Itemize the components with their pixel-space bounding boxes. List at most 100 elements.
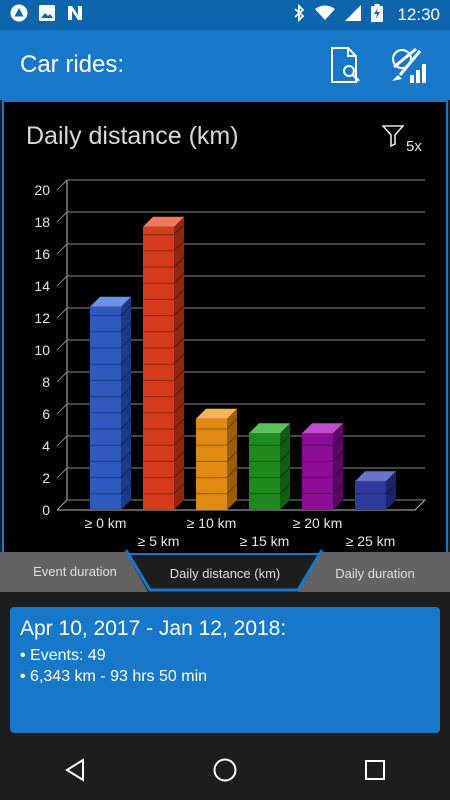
bar-segment-line	[173, 370, 185, 381]
bar-segment-line	[120, 402, 132, 414]
summary-distance-time: • 6,343 km - 93 hrs 50 min	[20, 668, 208, 685]
tab-daily-distance[interactable]: Daily distance (km)	[149, 566, 301, 581]
x-tick-label: ≥ 15 km	[240, 533, 290, 549]
bar-segment-line	[332, 483, 344, 495]
bar-top	[302, 423, 343, 434]
bar-segment-line	[173, 337, 185, 349]
x-tick-label: ≥ 5 km	[138, 533, 180, 549]
notification-icons	[10, 4, 84, 27]
bar-segment-line	[226, 467, 238, 478]
bar-segment-line	[120, 434, 132, 446]
bar-segment-line	[226, 418, 238, 430]
bar-side	[121, 296, 131, 510]
bar-segment-line	[173, 418, 185, 430]
recents-button[interactable]	[345, 745, 405, 795]
bar[interactable]	[143, 216, 185, 511]
tab-strip: Event duration Daily distance (km) Daily…	[0, 550, 450, 595]
summary-events: • Events: 49	[20, 647, 106, 664]
y-tick-label: 0	[42, 502, 50, 518]
bar-segment-line	[120, 483, 132, 495]
bar-side	[174, 216, 184, 511]
bar-chart: 0 2 4 6 8 10 12 14 16 18 20 ≥ 0 km ≥ 5 km ≥ 10 km≥ 15…	[34, 179, 427, 549]
bar-segment-line	[173, 386, 185, 397]
y-tick-label: 10	[34, 342, 50, 358]
bar[interactable]	[196, 408, 238, 510]
navigation-bar	[0, 740, 450, 800]
chart-card: Daily distance (km) 5x 0 2 4 6 8 10 12 14 16 18 20…	[2, 100, 448, 555]
funnel-icon	[382, 125, 404, 148]
bar-segment-line	[173, 467, 185, 478]
y-tick-label: 16	[34, 246, 50, 262]
status-bar: 12:30	[0, 0, 450, 30]
document-search-icon	[331, 47, 360, 83]
gridline	[56, 467, 425, 479]
bar-segment-line	[120, 418, 132, 430]
bar-segment-line	[226, 434, 238, 446]
bar[interactable]	[90, 296, 132, 510]
bar-side	[386, 471, 396, 510]
bar-segment-line	[279, 483, 291, 495]
bar-segment-line	[120, 305, 132, 316]
axis-wall	[56, 180, 68, 511]
x-tick-label: ≥ 0 km	[85, 515, 127, 531]
signal-icon	[345, 4, 362, 26]
bar-segment-line	[226, 451, 238, 462]
back-button[interactable]	[45, 745, 105, 795]
y-tick-label: 14	[34, 278, 50, 294]
gridline	[56, 339, 425, 351]
bar-front	[196, 418, 227, 510]
home-circle-icon	[213, 758, 237, 782]
bluetooth-icon	[293, 3, 305, 27]
home-button[interactable]	[195, 745, 255, 795]
bar-segment-line	[120, 451, 132, 462]
bar[interactable]	[302, 423, 344, 510]
image-notification-icon	[38, 4, 56, 27]
bar-segment-line	[279, 467, 291, 478]
gridline	[56, 307, 425, 319]
page-title: Car rides:	[20, 51, 125, 78]
bar-segment-line	[332, 451, 344, 462]
filter-count: 5x	[406, 138, 422, 155]
bar-segment-line	[173, 272, 185, 284]
recents-square-icon	[365, 760, 385, 780]
bar-segment-line	[120, 467, 132, 478]
bar-segment-line	[173, 256, 185, 268]
bar-front	[302, 433, 333, 510]
bar-segment-line	[120, 370, 132, 381]
system-icons: 12:30	[293, 3, 440, 27]
x-tick-label: ≥ 10 km	[187, 515, 237, 531]
wifi-icon	[315, 5, 336, 26]
bar-segment-line	[173, 434, 185, 446]
bar[interactable]	[355, 471, 397, 510]
bar-segment-line	[120, 386, 132, 397]
bar-side	[227, 408, 237, 510]
bar-side	[333, 423, 343, 510]
filter-button[interactable]: 5x	[382, 124, 428, 156]
bar-segment-line	[173, 321, 185, 333]
gridline	[56, 243, 425, 255]
bar-front	[143, 226, 174, 511]
bar-segment-line	[173, 305, 185, 316]
bar-segment-line	[279, 434, 291, 446]
bar-side	[280, 423, 290, 510]
bar-front	[355, 481, 386, 510]
stats-settings-button[interactable]	[386, 43, 430, 87]
y-tick-label: 6	[42, 406, 50, 422]
gridline	[56, 499, 425, 511]
bar-segment-line	[279, 451, 291, 462]
bar-top	[90, 296, 131, 307]
bar-segment-line	[173, 224, 185, 235]
bar-front	[90, 306, 121, 510]
y-tick-label: 4	[42, 438, 50, 454]
gridline	[56, 211, 425, 223]
bar[interactable]	[249, 423, 291, 510]
summary-card: Apr 10, 2017 - Jan 12, 2018: • Events: 4…	[10, 607, 440, 733]
tab-daily-duration[interactable]: Daily duration	[300, 566, 450, 581]
tab-event-duration[interactable]: Event duration	[0, 564, 150, 579]
y-tick-label: 12	[34, 310, 50, 326]
axis-floor	[57, 499, 427, 511]
gridline	[56, 435, 425, 447]
summary-heading: Apr 10, 2017 - Jan 12, 2018:	[20, 617, 287, 640]
search-report-button[interactable]	[324, 43, 368, 87]
clock: 12:30	[397, 5, 440, 24]
